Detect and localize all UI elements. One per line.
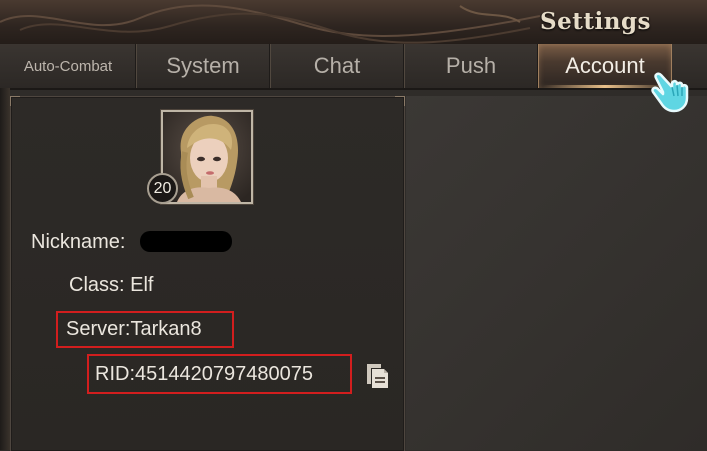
page-title: Settings: [540, 8, 651, 35]
tab-label: Push: [445, 53, 497, 78]
tab-label: Chat: [313, 53, 361, 78]
redacted-nickname: [140, 231, 232, 252]
pointing-hand-icon: [650, 70, 696, 114]
rid-text: RID:4514420797480075: [95, 363, 313, 385]
corner-ornament: [10, 96, 20, 106]
tab-label: System: [166, 53, 240, 78]
left-edge: [0, 88, 10, 450]
corner-ornament: [395, 96, 405, 106]
content-panel: [406, 96, 707, 450]
nickname-label: Nickname:: [31, 231, 126, 253]
tab-auto-combat[interactable]: Auto-Combat: [0, 44, 137, 88]
tab-push[interactable]: Push: [404, 44, 539, 88]
class-text: Class: Elf: [69, 274, 154, 296]
copy-icon[interactable]: [362, 360, 390, 390]
tab-chat[interactable]: Chat: [270, 44, 405, 88]
title-bar: Settings: [0, 0, 707, 45]
tab-label: Account: [565, 53, 645, 78]
server-text: Server:Tarkan8: [66, 318, 202, 340]
tab-system[interactable]: System: [136, 44, 271, 88]
level-badge: 20: [147, 173, 178, 204]
tab-bar: Auto-Combat System Chat Push Account: [0, 44, 707, 90]
tab-label: Auto-Combat: [23, 57, 113, 75]
title-ornament: [0, 4, 540, 44]
